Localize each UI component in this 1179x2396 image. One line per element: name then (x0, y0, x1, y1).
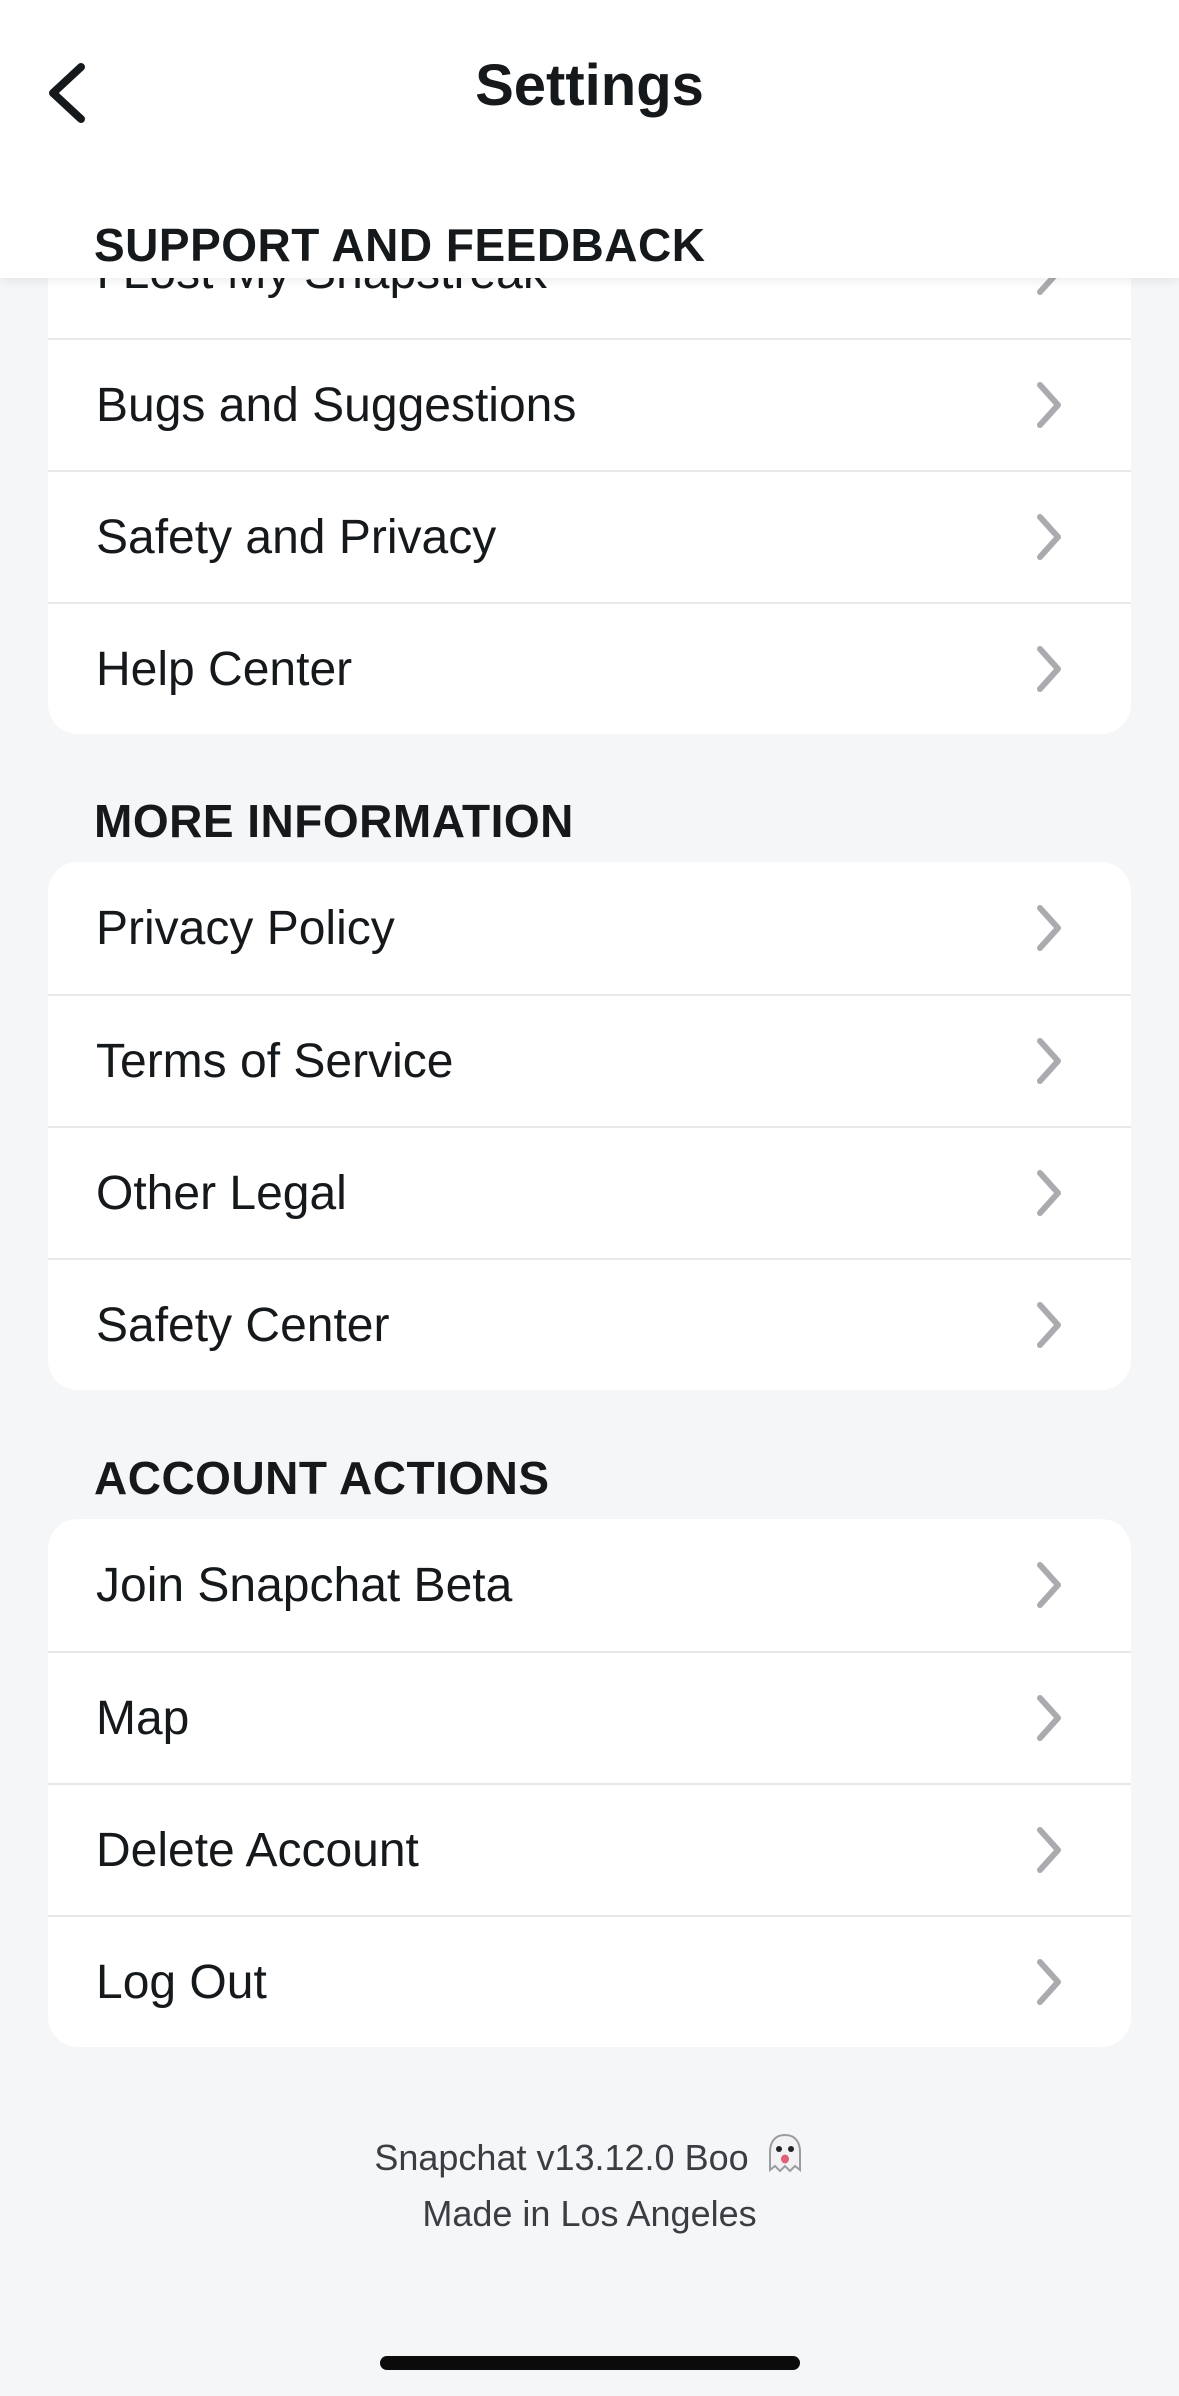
section-title-more-information: MORE INFORMATION (94, 795, 574, 847)
chevron-right-icon (1029, 1557, 1069, 1613)
settings-row-safety-privacy[interactable]: Safety and Privacy (48, 470, 1131, 602)
more-information-group: Privacy Policy Terms of Service Other Le… (48, 862, 1131, 1390)
chevron-right-icon (1029, 1822, 1069, 1878)
settings-row-bugs-suggestions[interactable]: Bugs and Suggestions (48, 338, 1131, 470)
settings-row-safety-center[interactable]: Safety Center (48, 1258, 1131, 1390)
support-feedback-group: I Lost My Snapstreak Bugs and Suggestion… (48, 206, 1131, 734)
page-title: Settings (475, 53, 704, 118)
settings-row-privacy-policy[interactable]: Privacy Policy (48, 862, 1131, 994)
app-version-footer: Snapchat v13.12.0 Boo Made in Los Angele… (0, 2132, 1179, 2239)
row-label: Other Legal (96, 1166, 347, 1220)
chevron-right-icon (1029, 1165, 1069, 1221)
version-text: Snapchat v13.12.0 Boo (374, 2137, 749, 2179)
chevron-right-icon (1029, 377, 1069, 433)
section-title-support-feedback: SUPPORT AND FEEDBACK (94, 219, 706, 271)
settings-row-map[interactable]: Map (48, 1651, 1131, 1783)
settings-screen: Settings SUPPORT AND FEEDBACK I Lost My … (0, 0, 1179, 2396)
settings-row-terms-of-service[interactable]: Terms of Service (48, 994, 1131, 1126)
row-label: Safety Center (96, 1298, 390, 1352)
row-label: Join Snapchat Beta (96, 1558, 513, 1612)
version-line: Snapchat v13.12.0 Boo (0, 2132, 1179, 2189)
made-in-text: Made in Los Angeles (422, 2193, 757, 2234)
row-label: Log Out (96, 1955, 267, 2009)
row-label: Terms of Service (96, 1034, 454, 1088)
account-actions-group: Join Snapchat Beta Map Delete Account Lo… (48, 1519, 1131, 2047)
settings-row-join-beta[interactable]: Join Snapchat Beta (48, 1519, 1131, 1651)
ghost-emoji-icon (765, 2132, 805, 2189)
section-title-account-actions: ACCOUNT ACTIONS (94, 1452, 550, 1504)
chevron-right-icon (1029, 900, 1069, 956)
header: Settings SUPPORT AND FEEDBACK (0, 0, 1179, 278)
chevron-right-icon (1029, 1690, 1069, 1746)
settings-row-delete-account[interactable]: Delete Account (48, 1783, 1131, 1915)
chevron-right-icon (1029, 1954, 1069, 2010)
chevron-right-icon (1029, 1297, 1069, 1353)
settings-row-help-center[interactable]: Help Center (48, 602, 1131, 734)
settings-row-log-out[interactable]: Log Out (48, 1915, 1131, 2047)
row-label: Map (96, 1691, 190, 1745)
chevron-right-icon (1029, 509, 1069, 565)
row-label: Safety and Privacy (96, 510, 497, 564)
settings-row-other-legal[interactable]: Other Legal (48, 1126, 1131, 1258)
home-indicator[interactable] (380, 2356, 800, 2370)
row-label: Help Center (96, 642, 353, 696)
row-label: Bugs and Suggestions (96, 378, 577, 432)
row-label: Privacy Policy (96, 901, 395, 955)
chevron-right-icon (1029, 1033, 1069, 1089)
row-label: Delete Account (96, 1823, 419, 1877)
chevron-right-icon (1029, 641, 1069, 697)
